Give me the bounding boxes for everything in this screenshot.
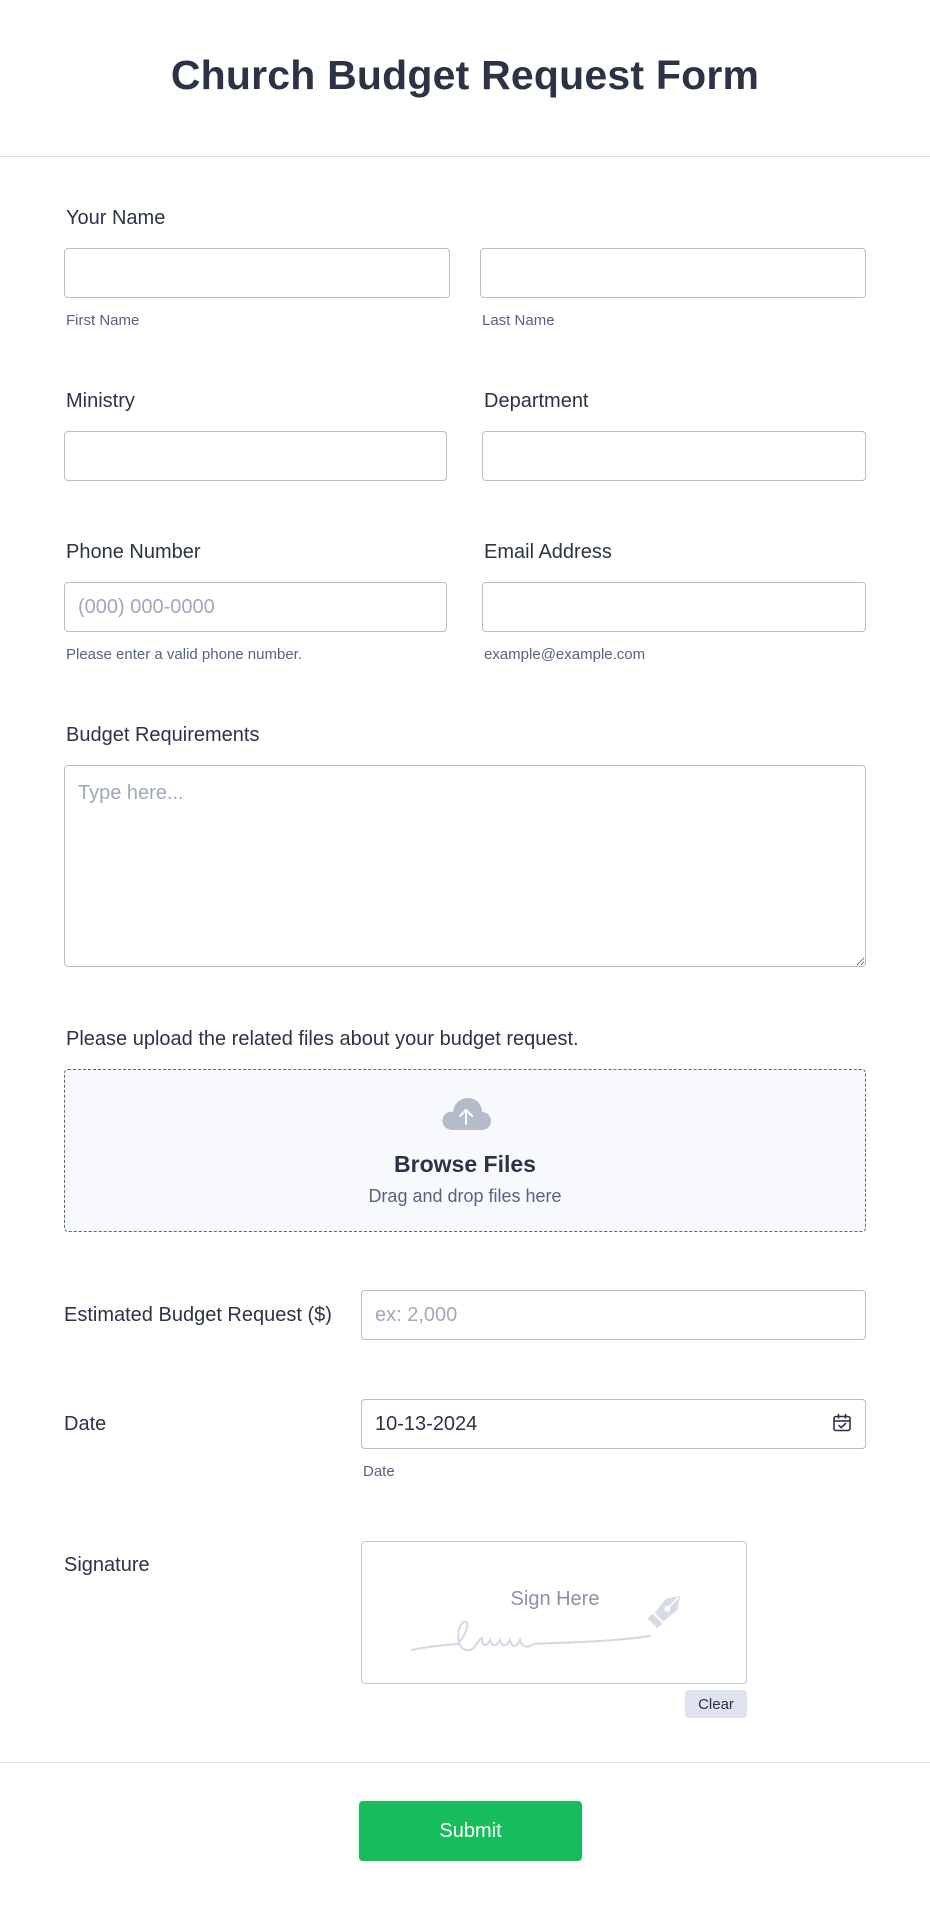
- phone-label: Phone Number: [66, 541, 201, 563]
- phone-input[interactable]: [64, 582, 447, 632]
- form-header: Church Budget Request Form: [0, 0, 930, 157]
- department-label: Department: [484, 390, 589, 412]
- browse-files-text: Browse Files: [394, 1151, 536, 1177]
- email-sublabel: example@example.com: [484, 646, 646, 663]
- date-sublabel: Date: [363, 1463, 395, 1480]
- ministry-input[interactable]: [64, 431, 447, 481]
- drag-drop-text: Drag and drop files here: [368, 1186, 562, 1206]
- requirements-label: Budget Requirements: [66, 724, 260, 746]
- form-page: Church Budget Request Form Your Name Fir…: [0, 0, 930, 1909]
- last-name-input[interactable]: [480, 248, 866, 298]
- email-label: Email Address: [484, 541, 612, 563]
- email-input[interactable]: [482, 582, 866, 632]
- signature-pad[interactable]: Sign Here: [361, 1541, 747, 1684]
- first-name-sublabel: First Name: [66, 312, 140, 329]
- estimate-input[interactable]: [361, 1290, 866, 1340]
- clear-signature-button[interactable]: Clear: [685, 1690, 747, 1718]
- name-label: Your Name: [66, 207, 166, 229]
- signature-label: Signature: [64, 1554, 150, 1576]
- phone-sublabel: Please enter a valid phone number.: [66, 646, 302, 663]
- date-input[interactable]: [361, 1399, 866, 1449]
- first-name-input[interactable]: [64, 248, 450, 298]
- form-title: Church Budget Request Form: [170, 52, 760, 98]
- ministry-label: Ministry: [66, 390, 135, 412]
- file-upload-dropzone[interactable]: Browse Files Drag and drop files here: [64, 1069, 866, 1232]
- form-footer: Submit: [0, 1762, 930, 1909]
- submit-button[interactable]: Submit: [359, 1801, 582, 1861]
- date-label: Date: [64, 1413, 107, 1435]
- requirements-textarea[interactable]: [64, 765, 866, 967]
- pen-icon: [648, 1595, 681, 1628]
- last-name-sublabel: Last Name: [482, 312, 555, 329]
- cloud-upload-icon: [442, 1098, 491, 1130]
- sign-here-text: Sign Here: [510, 1588, 600, 1610]
- calendar-icon[interactable]: [832, 1413, 852, 1433]
- estimate-label: Estimated Budget Request ($): [64, 1304, 332, 1326]
- upload-label: Please upload the related files about yo…: [66, 1028, 579, 1050]
- department-input[interactable]: [482, 431, 866, 481]
